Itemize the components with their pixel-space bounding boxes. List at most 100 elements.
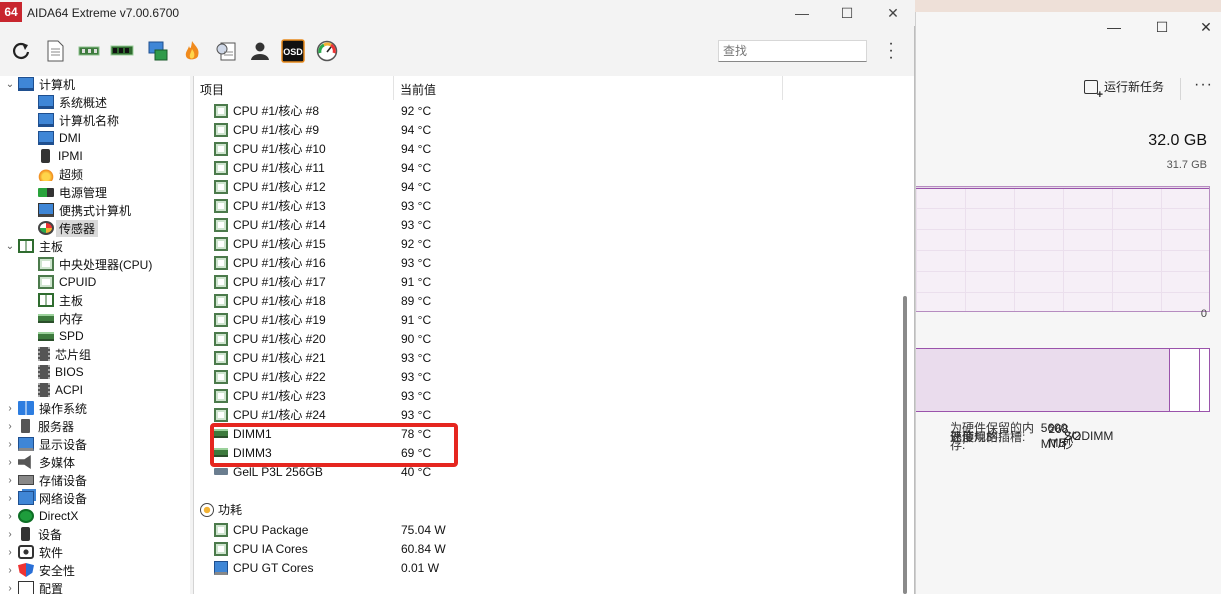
report-icon[interactable] [43,39,67,63]
close-icon[interactable]: ✕ [1194,16,1218,38]
memory-icon[interactable] [110,39,134,63]
tree-item[interactable]: › 多媒体 [4,453,75,471]
cpu-icon [214,103,228,118]
row-item-name: CPU #1/核心 #23 [233,389,326,403]
tree-item[interactable]: 电源管理 [38,183,107,201]
osd-icon[interactable]: OSD [281,39,305,63]
table-row[interactable]: CPU #1/核心 #20 90 °C [214,329,431,348]
cpu-icon [214,312,228,327]
table-row[interactable]: CPU #1/核心 #8 92 °C [214,101,431,120]
cpu-icon [214,369,228,384]
run-new-task-button[interactable]: 运行新任务 [1084,78,1164,101]
chevron-right-icon[interactable]: › [4,583,16,594]
aida64-window: 64 AIDA64 Extreme v7.00.6700 — ☐ ✕ OSD 查… [0,0,915,594]
table-row[interactable]: CPU #1/核心 #9 94 °C [214,120,431,139]
table-row[interactable]: CPU #1/核心 #21 93 °C [214,348,431,367]
tree-item[interactable]: 系统概述 [38,93,107,111]
table-row[interactable]: CPU Package 75.04 W [214,520,446,539]
memory-composition-bar [916,348,1210,412]
chevron-right-icon[interactable]: › [4,403,16,414]
memory-modified-segment [1172,349,1200,411]
table-row[interactable]: CPU #1/核心 #16 93 °C [214,253,431,272]
table-row[interactable]: CPU #1/核心 #17 91 °C [214,272,431,291]
table-row[interactable]: CPU #1/核心 #12 94 °C [214,177,431,196]
chevron-right-icon[interactable]: › [4,439,16,450]
chevron-down-icon[interactable]: ⌄ [4,241,16,252]
tree-item[interactable]: 中央处理器(CPU) [38,255,152,273]
table-row[interactable]: CPU GT Cores 0.01 W [214,558,439,577]
chevron-right-icon[interactable]: › [4,565,16,576]
tree-item[interactable]: BIOS [38,363,84,381]
tree-item[interactable]: ACPI [38,381,83,399]
chevron-right-icon[interactable]: › [4,457,16,468]
tree-item[interactable]: › 操作系统 [4,399,87,417]
graph-min-label: 0 [1200,308,1207,320]
tree-item[interactable]: › 设备 [4,525,62,543]
table-row[interactable]: CPU #1/核心 #22 93 °C [214,367,431,386]
column-header-item[interactable]: 项目 [194,76,394,100]
tree-item[interactable]: › 安全性 [4,561,75,579]
minimize-button[interactable]: — [782,2,822,24]
benchmark-icon[interactable] [214,39,238,63]
tree-item-label: 存储设备 [39,473,88,488]
maximize-button[interactable]: ☐ [827,2,867,24]
tree-item[interactable]: › 存储设备 [4,471,87,489]
cpu-icon [214,274,228,289]
table-row[interactable]: CPU #1/核心 #10 94 °C [214,139,431,158]
menu-kebab-icon[interactable]: · · · [884,36,898,66]
tree-item[interactable]: 传感器 [38,219,99,237]
table-row[interactable]: CPU #1/核心 #23 93 °C [214,386,431,405]
refresh-icon[interactable] [9,39,33,63]
tree-item[interactable]: IPMI [38,147,83,165]
tree-item-label: 电源管理 [59,185,108,200]
network-icon[interactable] [146,39,170,63]
tree-item[interactable]: 超频 [38,165,83,183]
tree-item[interactable]: 主板 [38,291,83,309]
tree-item[interactable]: 芯片组 [38,345,91,363]
tree-item[interactable]: DMI [38,129,81,147]
maximize-icon[interactable]: ☐ [1150,16,1174,38]
chevron-right-icon[interactable]: › [4,529,16,540]
table-row[interactable]: CPU #1/核心 #19 91 °C [214,310,431,329]
tree-item[interactable]: › 软件 [4,543,63,561]
tree-item[interactable]: › 显示设备 [4,435,87,453]
table-row[interactable]: CPU IA Cores 60.84 W [214,539,446,558]
column-header-value[interactable]: 当前值 [394,76,783,100]
table-row[interactable]: CPU #1/核心 #13 93 °C [214,196,431,215]
tree-item[interactable]: › DirectX [4,507,78,525]
tree-item[interactable]: 内存 [38,309,83,327]
table-row[interactable]: CPU #1/核心 #14 93 °C [214,215,431,234]
row-item-name: CPU #1/核心 #21 [233,351,326,365]
minimize-icon[interactable]: — [1102,16,1126,38]
chevron-right-icon[interactable]: › [4,421,16,432]
tree-item[interactable]: ⌄ 计算机 [4,76,75,93]
table-row[interactable]: CPU #1/核心 #11 94 °C [214,158,431,177]
vertical-scrollbar[interactable] [903,296,907,594]
cpu-icon [214,198,228,213]
motherboard-icon[interactable] [77,39,101,63]
chevron-down-icon[interactable]: ⌄ [4,79,16,90]
tree-item[interactable]: CPUID [38,273,96,291]
tree-item[interactable]: SPD [38,327,84,345]
user-icon[interactable] [248,39,272,63]
chevron-right-icon[interactable]: › [4,493,16,504]
tree-item[interactable]: › 网络设备 [4,489,87,507]
aida64-logo: 64 [0,2,22,22]
search-input[interactable] [718,40,867,62]
table-row[interactable]: CPU #1/核心 #24 93 °C [214,405,431,424]
table-row[interactable]: CPU #1/核心 #18 89 °C [214,291,431,310]
flame-icon[interactable] [180,39,204,63]
tree-item[interactable]: 便携式计算机 [38,201,131,219]
tree-item[interactable]: › 服务器 [4,417,74,435]
tree-item[interactable]: 计算机名称 [38,111,119,129]
more-options-icon[interactable]: ··· [1194,76,1213,94]
network-icon [18,491,34,505]
table-row[interactable]: CPU #1/核心 #15 92 °C [214,234,431,253]
tree-item[interactable]: ⌄ 主板 [4,237,63,255]
chevron-right-icon[interactable]: › [4,547,16,558]
close-button[interactable]: ✕ [873,2,913,24]
gauge-icon[interactable] [315,39,339,63]
chevron-right-icon[interactable]: › [4,511,16,522]
tree-item[interactable]: › 配置 [4,579,63,594]
chevron-right-icon[interactable]: › [4,475,16,486]
